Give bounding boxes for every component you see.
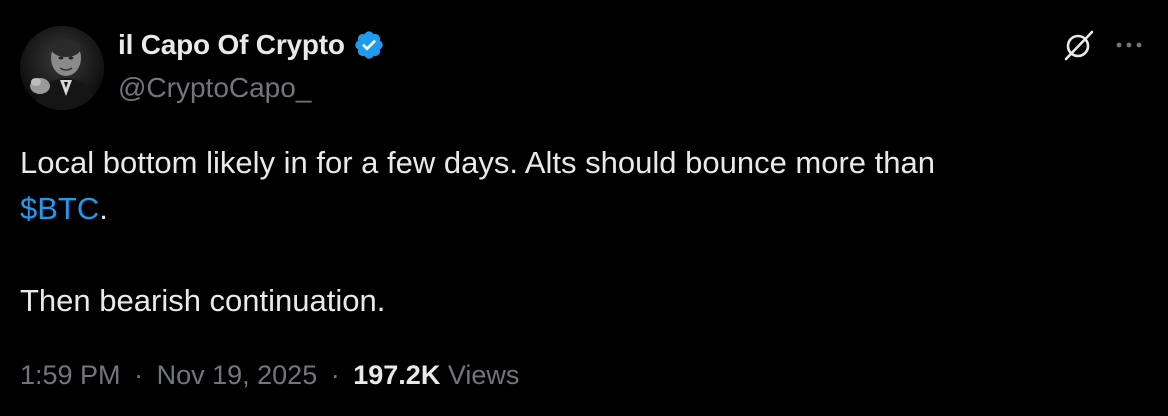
tweet-line-2: $BTC. bbox=[20, 186, 1140, 232]
cashtag-link[interactable]: $BTC bbox=[20, 191, 99, 226]
views-count[interactable]: 197.2K bbox=[353, 360, 440, 390]
tweet-line-3: Then bearish continuation. bbox=[20, 283, 386, 318]
avatar[interactable] bbox=[20, 26, 104, 110]
tweet-text: Local bottom likely in for a few days. A… bbox=[20, 140, 1140, 324]
tweet-time[interactable]: 1:59 PM bbox=[20, 360, 121, 390]
verified-badge-icon[interactable] bbox=[353, 29, 385, 61]
author-handle[interactable]: @CryptoCapo_ bbox=[118, 72, 311, 104]
more-options-icon[interactable] bbox=[1112, 30, 1146, 60]
grok-icon[interactable] bbox=[1062, 28, 1096, 62]
author-display-name[interactable]: il Capo Of Crypto bbox=[118, 29, 345, 61]
meta-separator: · bbox=[134, 360, 144, 390]
meta-separator: · bbox=[330, 360, 340, 390]
tweet-line-2-suffix: . bbox=[99, 191, 108, 226]
tweet-meta: 1:59 PM · Nov 19, 2025 · 197.2K Views bbox=[20, 360, 519, 391]
tweet-card: il Capo Of Crypto @CryptoCapo_ Local bot… bbox=[0, 0, 1168, 416]
avatar-photo bbox=[20, 26, 104, 110]
views-label: Views bbox=[447, 360, 520, 390]
author-name-row: il Capo Of Crypto bbox=[118, 27, 385, 63]
tweet-date[interactable]: Nov 19, 2025 bbox=[157, 360, 318, 390]
tweet-line-1: Local bottom likely in for a few days. A… bbox=[20, 145, 935, 180]
